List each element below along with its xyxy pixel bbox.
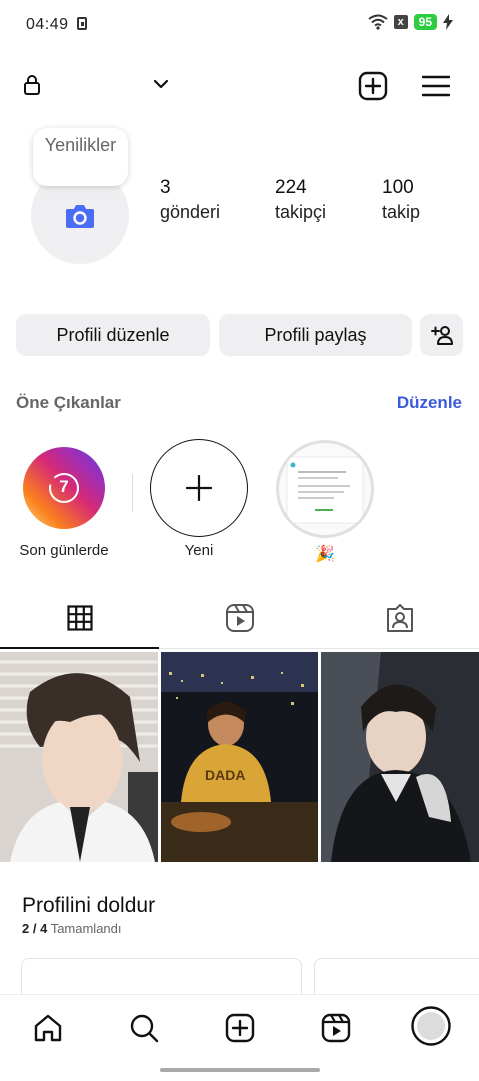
post-thumbnail[interactable]: DADA — [161, 652, 318, 862]
tab-posts-grid[interactable] — [0, 600, 159, 636]
discover-people-button[interactable] — [420, 314, 463, 356]
nav-search[interactable] — [124, 1008, 164, 1048]
x-badge-icon: x — [393, 15, 408, 29]
post-thumbnail[interactable] — [0, 652, 158, 862]
news-tooltip: Yenilikler — [33, 128, 128, 186]
nav-reels[interactable] — [316, 1008, 356, 1048]
post-photo-3 — [321, 652, 479, 862]
sim-icon — [77, 17, 87, 30]
edit-profile-button[interactable]: Profili düzenle — [16, 314, 210, 356]
plus-icon — [186, 475, 212, 501]
post-photo-2: DADA — [161, 652, 318, 862]
followers-count[interactable]: 224 — [275, 177, 307, 199]
following-label[interactable]: takip — [382, 202, 420, 223]
highlight-story[interactable] — [276, 440, 374, 538]
menu-button[interactable] — [421, 71, 451, 101]
home-indicator — [160, 1068, 320, 1072]
new-highlight-button[interactable] — [150, 439, 248, 537]
nav-home[interactable] — [28, 1008, 68, 1048]
plus-square-icon — [358, 71, 388, 101]
highlight-story-label: 🎉 — [315, 546, 335, 563]
highlights-title: Öne Çıkanlar — [16, 393, 121, 412]
highlight-recent[interactable]: 7 — [23, 447, 105, 529]
tagged-icon — [386, 604, 413, 632]
new-highlight-label: Yeni — [184, 542, 214, 559]
share-profile-button[interactable]: Profili paylaş — [219, 314, 412, 356]
complete-profile-title: Profilini doldur — [22, 894, 156, 917]
posts-label[interactable]: gönderi — [160, 202, 220, 223]
highlight-divider — [132, 474, 133, 512]
create-button[interactable] — [357, 70, 389, 102]
following-count[interactable]: 100 — [382, 177, 414, 199]
camera-icon[interactable] — [64, 202, 96, 230]
active-tab-indicator — [0, 647, 159, 649]
recent-count: 7 — [59, 477, 69, 496]
tab-reels[interactable] — [160, 600, 319, 636]
reels-icon — [225, 604, 254, 632]
search-icon — [130, 1014, 159, 1043]
profile-avatar-icon — [411, 1006, 451, 1046]
chevron-down-icon[interactable] — [151, 76, 171, 92]
home-icon — [34, 1014, 62, 1042]
highlight-recent-label: Son günlerde — [19, 542, 109, 559]
charging-icon — [443, 14, 453, 30]
svg-text:DADA: DADA — [205, 767, 245, 783]
post-photo-1 — [0, 652, 158, 862]
battery-level: 95 — [413, 14, 437, 30]
highlights-edit-link[interactable]: Düzenle — [397, 393, 462, 413]
reels-icon — [321, 1013, 351, 1043]
post-thumbnail[interactable] — [321, 652, 479, 862]
wifi-icon — [368, 14, 388, 30]
add-person-icon — [430, 326, 453, 345]
followers-label[interactable]: takipçi — [275, 202, 326, 223]
tab-tagged[interactable] — [320, 600, 479, 636]
create-icon — [225, 1013, 255, 1043]
story-thumbnail — [286, 456, 364, 524]
status-icons: x 95 — [368, 14, 453, 30]
nav-create[interactable] — [220, 1008, 260, 1048]
progress-count: 2 / 4 — [22, 921, 48, 936]
nav-profile[interactable] — [410, 1005, 452, 1047]
posts-count[interactable]: 3 — [160, 177, 171, 199]
hamburger-menu-icon — [422, 75, 450, 97]
status-time: 04:49 — [26, 16, 69, 33]
progress-label: Tamamlandı — [50, 921, 122, 936]
complete-profile-progress: 2 / 4 Tamamlandı — [22, 921, 122, 936]
lock-icon[interactable] — [22, 74, 42, 96]
grid-icon — [66, 605, 93, 631]
